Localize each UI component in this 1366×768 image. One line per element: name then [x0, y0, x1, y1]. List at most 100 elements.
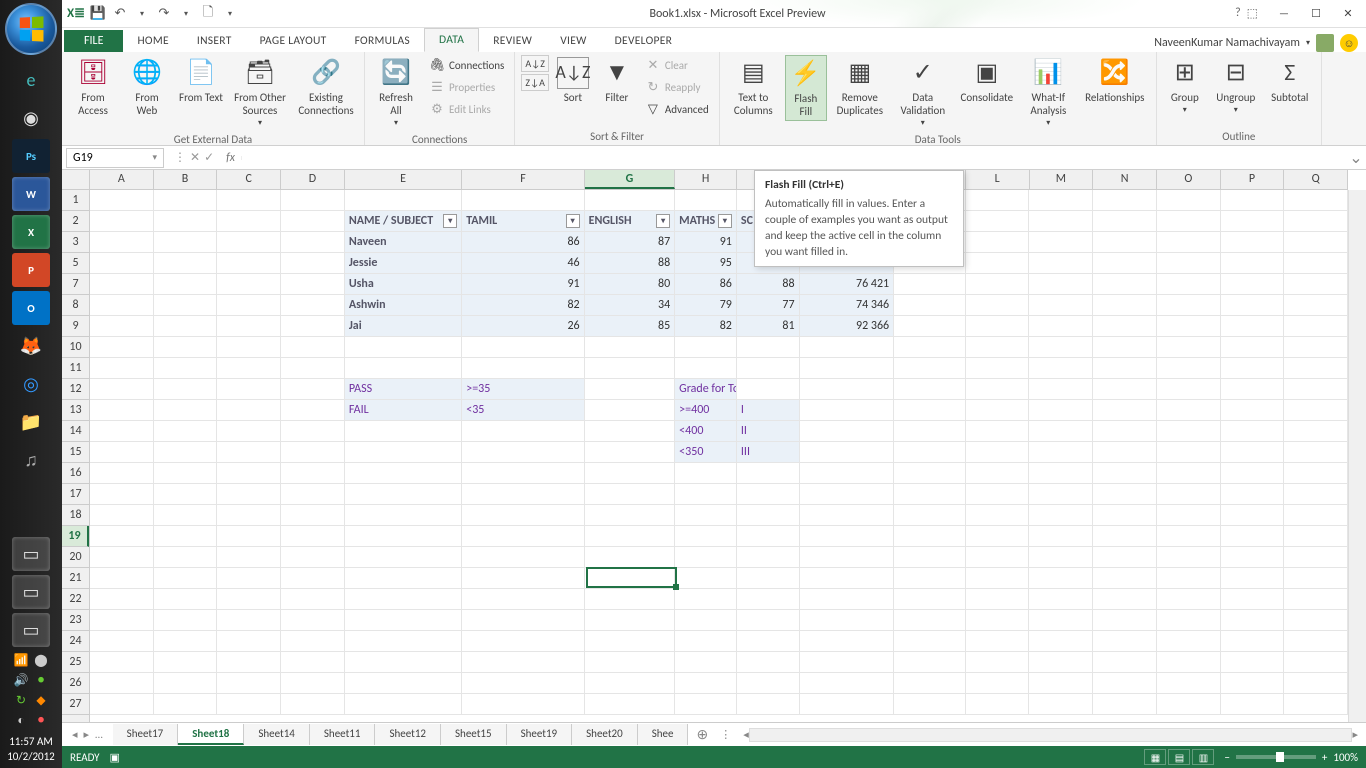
filter-dropdown-icon[interactable]: ▾: [443, 214, 457, 228]
start-button[interactable]: [5, 3, 57, 55]
hscroll-right-icon[interactable]: ▸: [1352, 728, 1358, 741]
row-header[interactable]: 8: [62, 295, 89, 316]
filter-dropdown-icon[interactable]: ▾: [656, 214, 670, 228]
itunes-icon[interactable]: ♫: [12, 443, 50, 477]
advanced-button[interactable]: ▽Advanced: [641, 99, 713, 119]
consolidate-button[interactable]: ▣Consolidate: [957, 55, 1017, 106]
tab-review[interactable]: REVIEW: [479, 30, 546, 52]
sheet-nav-more-icon[interactable]: …: [95, 728, 103, 741]
from-other-button[interactable]: 🗃From Other Sources▾: [230, 55, 290, 131]
add-sheet-button[interactable]: ⊕: [688, 726, 716, 743]
sheet-tab[interactable]: Sheet19: [507, 724, 573, 745]
row-header[interactable]: 21: [62, 568, 89, 589]
sheet-tab[interactable]: Sheet14: [244, 724, 310, 745]
tray-icon[interactable]: ↻: [12, 691, 30, 709]
row-header[interactable]: 23: [62, 610, 89, 631]
sheet-tab[interactable]: Sheet12: [375, 724, 441, 745]
filter-button[interactable]: ▼Filter: [597, 55, 637, 106]
subtotal-button[interactable]: ΣSubtotal: [1265, 55, 1315, 106]
row-header[interactable]: 15: [62, 442, 89, 463]
sort-asc-button[interactable]: A↓Z: [521, 55, 549, 72]
app-icon[interactable]: ◎: [12, 367, 50, 401]
tab-developer[interactable]: DEVELOPER: [601, 30, 687, 52]
row-header[interactable]: 17: [62, 484, 89, 505]
column-header[interactable]: H: [675, 170, 737, 189]
horizontal-scrollbar[interactable]: [749, 728, 1353, 742]
row-header[interactable]: 18: [62, 505, 89, 526]
excel-icon[interactable]: X: [12, 215, 50, 249]
row-header[interactable]: 9: [62, 316, 89, 337]
row-header[interactable]: 20: [62, 547, 89, 568]
row-header[interactable]: 24: [62, 631, 89, 652]
formula-bar[interactable]: [241, 156, 1346, 160]
macro-record-icon[interactable]: ▣: [110, 751, 120, 764]
row-header[interactable]: 27: [62, 694, 89, 715]
sheet-nav-first-icon[interactable]: ◂: [72, 728, 78, 741]
sheet-tab[interactable]: Sheet18: [178, 724, 244, 745]
dropdown-icon[interactable]: ▾: [176, 4, 196, 24]
ungroup-button[interactable]: ⊟Ungroup▾: [1211, 55, 1261, 118]
row-header[interactable]: 2: [62, 211, 89, 232]
sort-button[interactable]: A↓ZSort: [553, 55, 593, 106]
column-header[interactable]: M: [1030, 170, 1094, 189]
view-pagebreak-icon[interactable]: ▥: [1192, 749, 1214, 765]
column-header[interactable]: A: [90, 170, 154, 189]
tab-pagelayout[interactable]: PAGE LAYOUT: [246, 30, 341, 52]
row-header[interactable]: 7: [62, 274, 89, 295]
text-to-columns-button[interactable]: ▤Text to Columns: [726, 55, 781, 119]
tab-insert[interactable]: INSERT: [183, 30, 246, 52]
row-header[interactable]: 10: [62, 337, 89, 358]
sheet-nav-last-icon[interactable]: ▸: [84, 728, 90, 741]
from-access-button[interactable]: 🗄From Access: [68, 55, 118, 119]
column-header[interactable]: N: [1093, 170, 1157, 189]
running-app-icon[interactable]: ▭: [12, 537, 50, 571]
sort-desc-button[interactable]: Z↓A: [521, 74, 549, 91]
zoom-slider[interactable]: [1236, 755, 1316, 759]
volume-icon[interactable]: 🔊: [12, 671, 30, 689]
fx-cancel-icon[interactable]: ✕: [190, 150, 200, 165]
sheet-tab[interactable]: Sheet20: [572, 724, 638, 745]
remove-duplicates-button[interactable]: ▦Remove Duplicates: [831, 55, 889, 119]
fx-enter-icon[interactable]: ✓: [204, 150, 214, 165]
ribbon-options-icon[interactable]: ⬚: [1247, 6, 1258, 21]
row-header[interactable]: 1: [62, 190, 89, 211]
row-header[interactable]: 25: [62, 652, 89, 673]
chrome-icon[interactable]: ◉: [12, 101, 50, 135]
help-icon[interactable]: ?: [1235, 6, 1241, 21]
row-header[interactable]: 22: [62, 589, 89, 610]
tray-icon[interactable]: ●: [32, 671, 50, 689]
what-if-button[interactable]: 📊What-If Analysis▾: [1021, 55, 1076, 131]
column-header[interactable]: L: [966, 170, 1030, 189]
column-header[interactable]: F: [462, 170, 584, 189]
signal-icon[interactable]: 📶: [12, 651, 30, 669]
group-button[interactable]: ⊞Group▾: [1163, 55, 1207, 118]
filter-dropdown-icon[interactable]: ▾: [718, 214, 732, 228]
row-header[interactable]: 5: [62, 253, 89, 274]
tray-icon[interactable]: ◐: [12, 711, 30, 729]
row-header[interactable]: 26: [62, 673, 89, 694]
running-app-icon[interactable]: ▭: [12, 613, 50, 647]
data-validation-button[interactable]: ✓Data Validation▾: [893, 55, 953, 131]
ie-icon[interactable]: e: [12, 63, 50, 97]
taskbar-clock[interactable]: 11:57 AM10/2/2012: [7, 731, 55, 768]
photoshop-icon[interactable]: Ps: [12, 139, 50, 173]
vertical-scrollbar[interactable]: [1348, 190, 1366, 722]
folder-icon[interactable]: 📁: [12, 405, 50, 439]
row-header[interactable]: 3: [62, 232, 89, 253]
tray-icon[interactable]: ◆: [32, 691, 50, 709]
qat-customize-icon[interactable]: ▾: [220, 4, 240, 24]
column-header[interactable]: P: [1221, 170, 1285, 189]
user-account[interactable]: NaveenKumar Namachivayam▾ ☺: [1146, 34, 1366, 52]
excel-app-icon[interactable]: X≣: [66, 4, 86, 24]
refresh-all-button[interactable]: 🔄Refresh All▾: [371, 55, 421, 131]
row-header[interactable]: 14: [62, 421, 89, 442]
row-header[interactable]: 16: [62, 463, 89, 484]
select-all-corner[interactable]: [62, 170, 90, 190]
maximize-button[interactable]: ☐: [1302, 5, 1330, 23]
tab-formulas[interactable]: FORMULAS: [341, 30, 424, 52]
tray-icon[interactable]: ●: [32, 711, 50, 729]
column-header[interactable]: D: [281, 170, 345, 189]
relationships-button[interactable]: 🔀Relationships: [1080, 55, 1150, 106]
feedback-icon[interactable]: ☺: [1340, 34, 1358, 52]
filter-dropdown-icon[interactable]: ▾: [566, 214, 580, 228]
